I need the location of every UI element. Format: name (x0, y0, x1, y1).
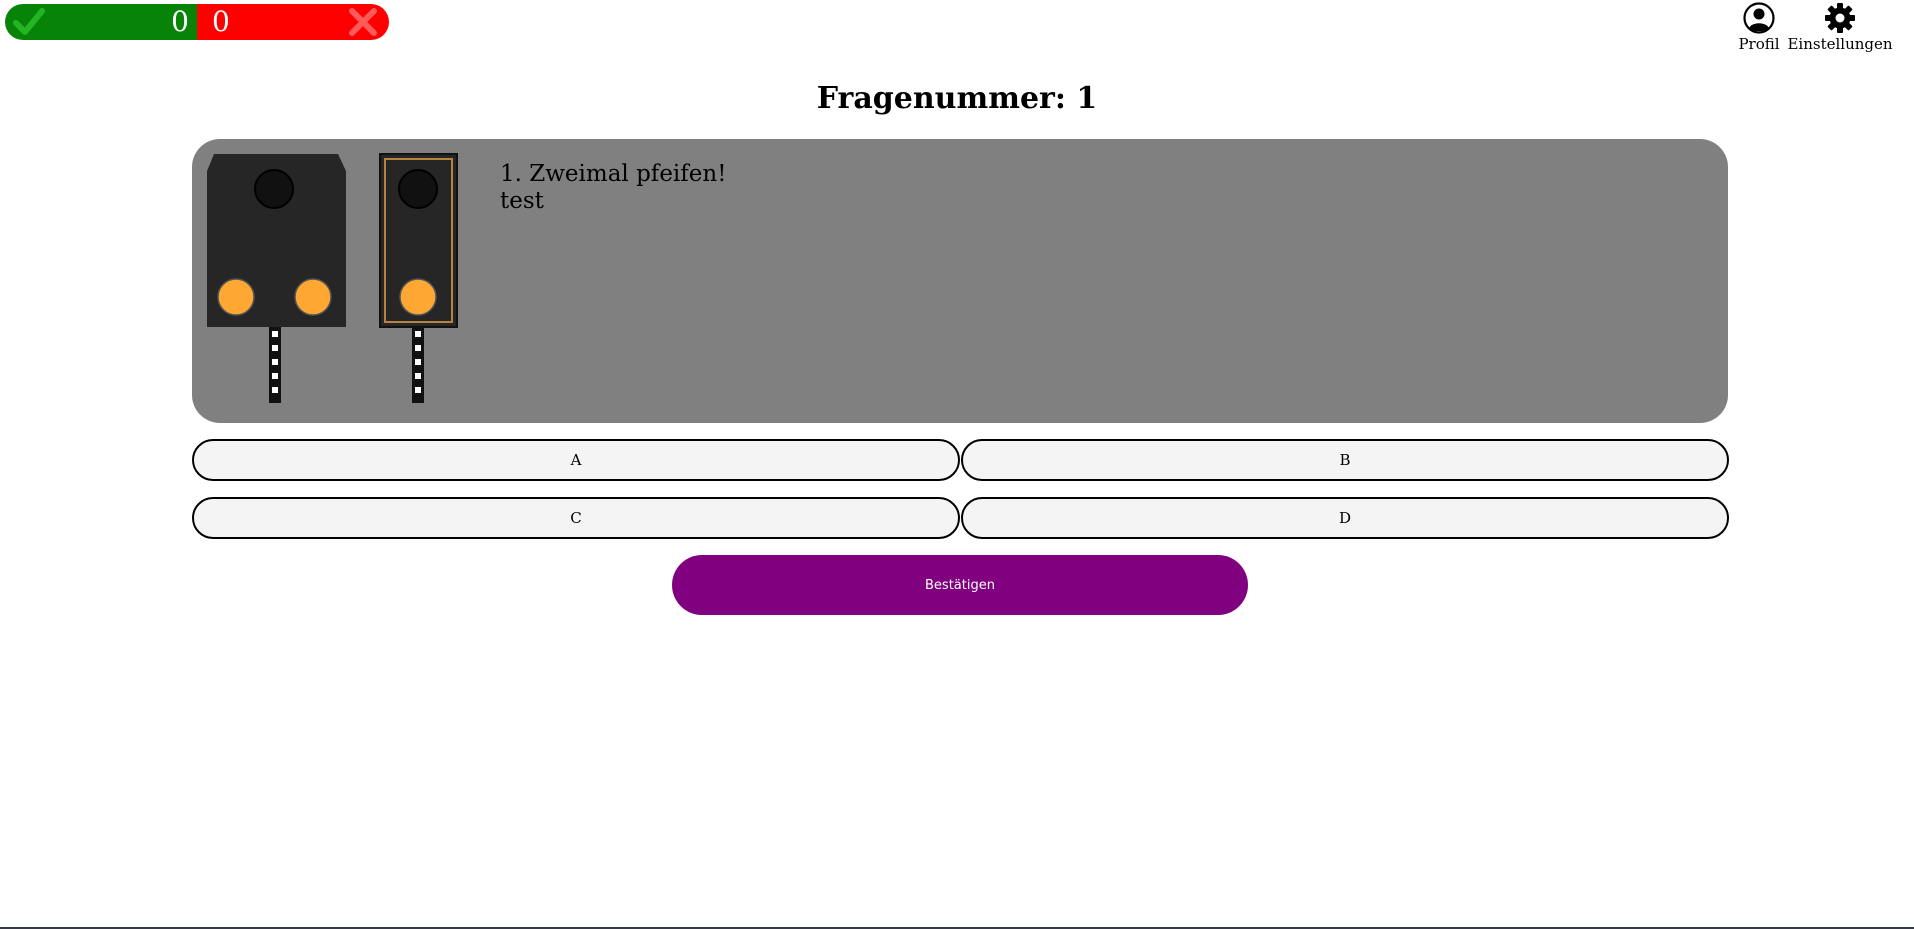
question-panel: 1. Zweimal pfeifen! test (192, 139, 1728, 423)
question-title: 1. Zweimal pfeifen! (500, 161, 727, 187)
correct-count: 0 (171, 5, 189, 38)
answer-c-button[interactable]: C (192, 497, 960, 539)
score-bar: 0 0 (5, 4, 389, 40)
question-subtitle: test (500, 188, 544, 214)
user-icon (1743, 2, 1775, 34)
answer-d-button[interactable]: D (961, 497, 1729, 539)
check-icon (13, 8, 45, 35)
signal-left-image (207, 154, 346, 403)
cross-icon (349, 8, 377, 36)
settings-link[interactable]: Einstellungen (1787, 2, 1893, 53)
settings-label: Einstellungen (1787, 35, 1893, 53)
question-text: 1. Zweimal pfeifen! test (500, 161, 726, 215)
profile-link[interactable]: Profil (1738, 2, 1780, 53)
answer-a-button[interactable]: A (192, 439, 960, 481)
signal-right-image (379, 153, 458, 403)
question-number-heading: Fragenummer: 1 (816, 81, 1098, 116)
confirm-button[interactable]: Bestätigen (672, 555, 1248, 615)
wrong-count: 0 (212, 5, 230, 38)
wrong-score: 0 (197, 4, 389, 40)
gear-icon (1825, 3, 1855, 33)
answer-b-button[interactable]: B (961, 439, 1729, 481)
signal-images (207, 153, 458, 403)
profile-label: Profil (1738, 35, 1780, 53)
correct-score: 0 (5, 4, 197, 40)
